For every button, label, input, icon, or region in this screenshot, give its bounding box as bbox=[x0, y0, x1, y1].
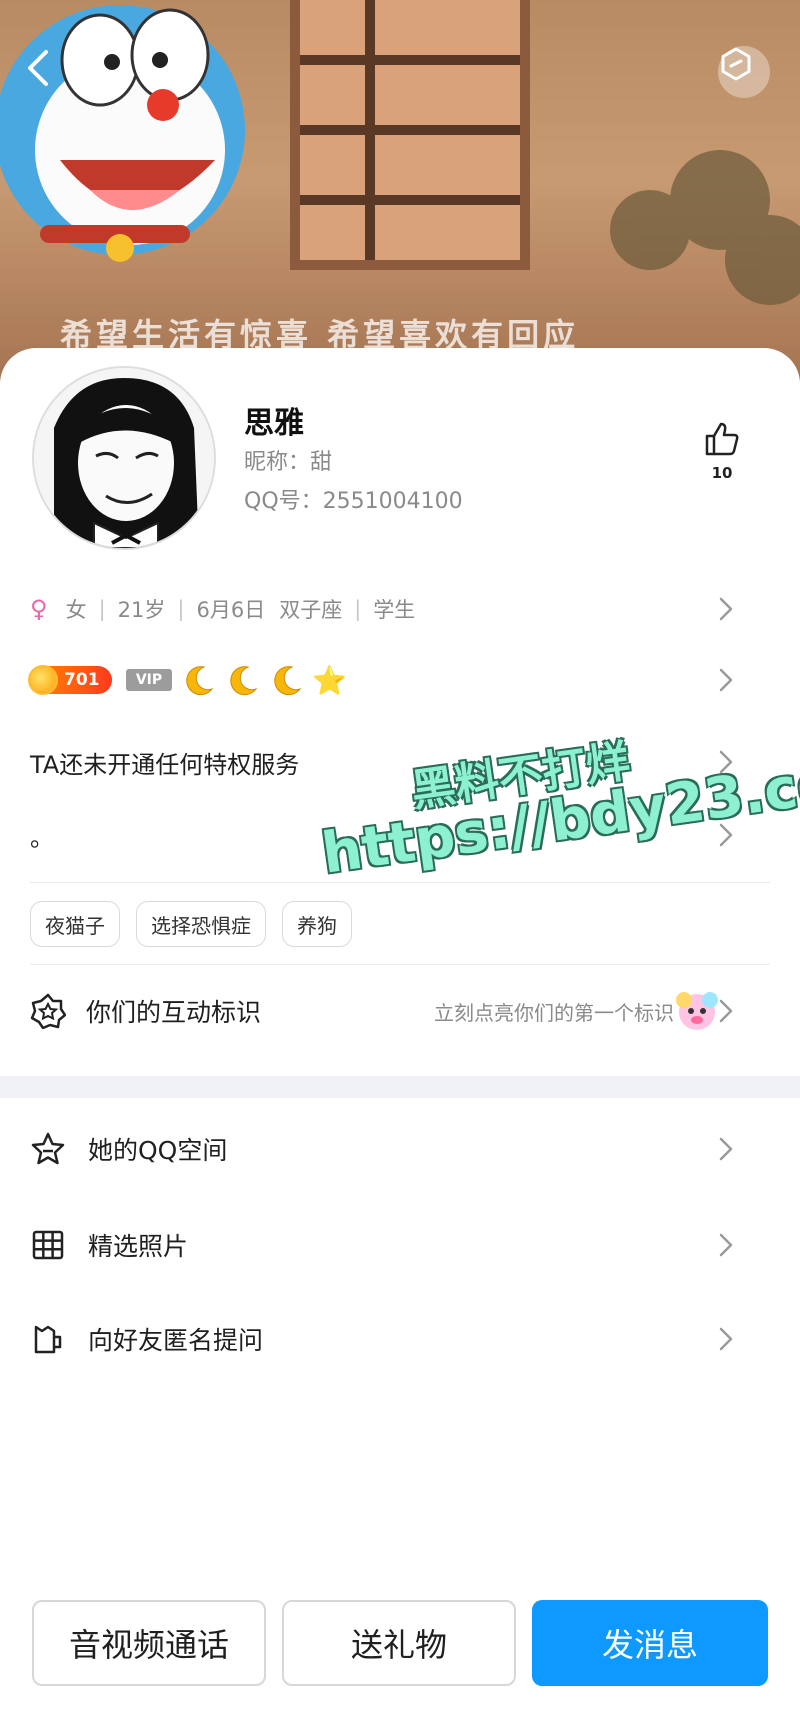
badge-icon bbox=[30, 993, 66, 1029]
menu-item-qzone[interactable]: 她的QQ空间 bbox=[30, 1116, 770, 1182]
basic-info-row[interactable]: ♀ 女 | 21岁 | 6月6日 双子座 | 学生 bbox=[30, 584, 770, 634]
level-badge: 701 bbox=[28, 665, 112, 695]
chevron-right-icon bbox=[719, 597, 733, 621]
divider bbox=[30, 882, 770, 883]
moon-icon bbox=[274, 666, 302, 696]
grid-icon bbox=[32, 1230, 64, 1260]
bunny-icon bbox=[676, 992, 718, 1030]
birthday: 6月6日 bbox=[196, 598, 266, 622]
avatar-image bbox=[34, 368, 214, 548]
like-count: 10 bbox=[711, 464, 733, 482]
level-number: 701 bbox=[64, 670, 100, 690]
profile-cover[interactable]: 希望生活有惊喜 希望喜欢有回应 bbox=[0, 0, 800, 400]
profile-nickname: 昵称：甜 bbox=[244, 450, 333, 475]
question-box-icon bbox=[34, 1325, 62, 1354]
qq-number[interactable]: QQ号：2551004100 bbox=[244, 483, 463, 515]
chevron-right-icon bbox=[719, 1233, 733, 1257]
chevron-right-icon bbox=[719, 668, 733, 692]
tag-chip[interactable]: 夜猫子 bbox=[30, 901, 120, 947]
tags-row: 夜猫子 选择恐惧症 养狗 bbox=[30, 900, 770, 948]
menu-item-label: 精选照片 bbox=[88, 1232, 189, 1261]
vip-badge: VIP bbox=[126, 669, 172, 691]
menu-item-label: 她的QQ空间 bbox=[88, 1136, 228, 1165]
star-icon: ⭐ bbox=[312, 663, 347, 697]
moon-icon bbox=[186, 666, 214, 696]
occupation: 学生 bbox=[373, 598, 416, 622]
back-button[interactable] bbox=[24, 48, 76, 100]
profile-name: 思雅 bbox=[244, 406, 304, 441]
interaction-marks-row[interactable]: 你们的互动标识 立刻点亮你们的第一个标识 bbox=[30, 978, 770, 1044]
more-options-button[interactable] bbox=[718, 46, 770, 98]
menu-item-label: 向好友匿名提问 bbox=[88, 1326, 264, 1355]
avatar[interactable] bbox=[32, 366, 216, 550]
menu-item-photos[interactable]: 精选照片 bbox=[30, 1212, 770, 1278]
separator: | bbox=[177, 597, 185, 621]
menu-item-anonymous-question[interactable]: 向好友匿名提问 bbox=[30, 1306, 770, 1372]
badges-row[interactable]: 701 VIP ⭐ bbox=[28, 652, 770, 708]
separator: | bbox=[98, 597, 106, 621]
female-icon: ♀ bbox=[30, 595, 48, 623]
thumbs-up-icon bbox=[705, 422, 739, 456]
section-gap bbox=[0, 1076, 800, 1098]
privilege-text: TA还未开通任何特权服务 bbox=[30, 750, 300, 779]
hexagon-icon bbox=[721, 47, 751, 81]
tag-chip[interactable]: 选择恐惧症 bbox=[136, 901, 266, 947]
interaction-marks-hint: 立刻点亮你们的第一个标识 bbox=[434, 1000, 674, 1025]
moon-icon bbox=[230, 666, 258, 696]
interaction-marks-label: 你们的互动标识 bbox=[86, 998, 262, 1027]
send-message-button[interactable]: 发消息 bbox=[532, 1600, 768, 1686]
chevron-left-icon bbox=[28, 50, 48, 86]
gender: 女 bbox=[65, 598, 87, 622]
send-gift-button[interactable]: 送礼物 bbox=[282, 1600, 516, 1686]
coin-icon bbox=[28, 665, 58, 695]
chevron-right-icon bbox=[719, 999, 733, 1023]
signature-text: 。 bbox=[30, 823, 54, 852]
star-icon bbox=[31, 1132, 65, 1165]
separator: | bbox=[354, 597, 362, 621]
chevron-right-icon bbox=[719, 1327, 733, 1351]
tag-chip[interactable]: 养狗 bbox=[282, 901, 352, 947]
profile-card: 思雅 昵称：甜 QQ号：2551004100 10 ♀ 女 | 21岁 | 6月… bbox=[0, 348, 800, 1720]
av-call-button[interactable]: 音视频通话 bbox=[32, 1600, 266, 1686]
like-button[interactable]: 10 bbox=[698, 420, 746, 482]
chevron-right-icon bbox=[719, 1137, 733, 1161]
zodiac: 双子座 bbox=[279, 598, 343, 622]
age: 21岁 bbox=[117, 598, 166, 622]
divider bbox=[30, 964, 770, 965]
